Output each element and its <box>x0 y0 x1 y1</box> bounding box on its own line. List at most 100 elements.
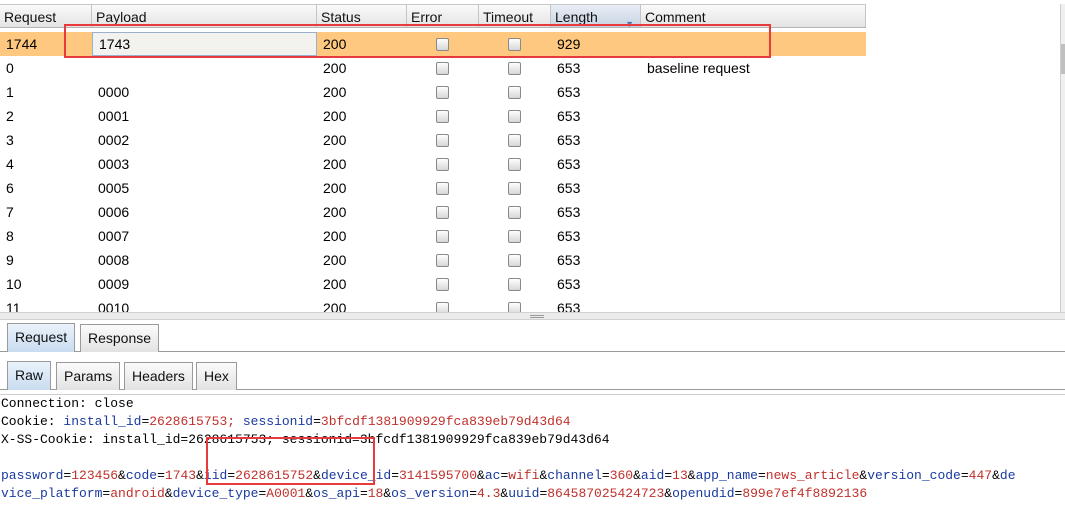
table-row[interactable]: 1 0000 200 653 <box>0 80 866 104</box>
table-row[interactable]: 9 0008 200 653 <box>0 248 866 272</box>
column-header-payload[interactable]: Payload <box>92 5 317 27</box>
timeout-checkbox[interactable] <box>508 302 521 312</box>
error-checkbox[interactable] <box>436 110 449 123</box>
raw-token: 4.3 <box>477 486 501 501</box>
cell-status: 200 <box>323 36 347 52</box>
table-row[interactable]: 8 0007 200 653 <box>0 224 866 248</box>
table-row[interactable]: 1744 1743 200 929 <box>0 32 866 56</box>
error-checkbox[interactable] <box>436 86 449 99</box>
cell-length: 653 <box>557 228 581 244</box>
timeout-checkbox[interactable] <box>508 278 521 291</box>
cell-length: 653 <box>557 204 581 220</box>
table-row[interactable]: 6 0005 200 653 <box>0 176 866 200</box>
column-header-comment[interactable]: Comment <box>641 5 866 27</box>
raw-token: 3bfcdf1381909929fca839eb79d43d64 <box>320 414 571 429</box>
timeout-checkbox[interactable] <box>508 254 521 267</box>
cell-comment <box>641 176 866 200</box>
timeout-checkbox[interactable] <box>508 86 521 99</box>
error-checkbox[interactable] <box>436 230 449 243</box>
cell-request: 0 <box>6 60 14 76</box>
column-header-error[interactable]: Error <box>407 5 479 27</box>
cell-status: 200 <box>323 84 347 100</box>
raw-token: 13 <box>672 468 688 483</box>
raw-token: Connection: close <box>1 396 134 411</box>
error-checkbox[interactable] <box>436 206 449 219</box>
timeout-checkbox[interactable] <box>508 110 521 123</box>
table-row[interactable]: 3 0002 200 653 <box>0 128 866 152</box>
table-row[interactable]: 10 0009 200 653 <box>0 272 866 296</box>
error-checkbox[interactable] <box>436 62 449 75</box>
cell-length: 653 <box>557 156 581 172</box>
raw-token: & <box>196 468 204 483</box>
raw-token: = <box>391 468 399 483</box>
cell-payload: 0008 <box>98 252 130 268</box>
tab-params[interactable]: Params <box>56 362 121 390</box>
raw-token: app_name <box>695 468 758 483</box>
error-checkbox[interactable] <box>436 38 449 51</box>
raw-token: 864587025424723 <box>547 486 665 501</box>
tab-raw[interactable]: Raw <box>7 361 52 390</box>
column-header-status[interactable]: Status <box>317 5 407 27</box>
table-row[interactable]: 11 0010 200 653 <box>0 296 866 312</box>
raw-token: = <box>359 486 368 501</box>
cell-comment <box>641 248 866 272</box>
raw-token: Cookie: <box>1 414 64 429</box>
raw-token: uuid <box>508 486 540 501</box>
raw-token: = <box>601 468 610 483</box>
raw-token: vice_platform <box>1 486 103 501</box>
timeout-checkbox[interactable] <box>508 182 521 195</box>
raw-token: news_article <box>765 468 860 483</box>
timeout-checkbox[interactable] <box>508 62 521 75</box>
error-checkbox[interactable] <box>436 182 449 195</box>
raw-token: & <box>118 468 126 483</box>
cell-length: 929 <box>557 36 581 52</box>
table-row[interactable]: 0 200 653 baseline request <box>0 56 866 80</box>
table-header: Request Payload Status Error Timeout Len… <box>0 4 866 29</box>
raw-token: de <box>999 468 1016 483</box>
cell-payload: 0003 <box>98 156 130 172</box>
tab-headers[interactable]: Headers <box>124 362 193 390</box>
cell-status: 200 <box>323 300 347 312</box>
raw-token: = <box>960 468 969 483</box>
cell-length: 653 <box>557 60 581 76</box>
error-checkbox[interactable] <box>436 278 449 291</box>
tab-hex[interactable]: Hex <box>196 362 237 390</box>
column-header-timeout[interactable]: Timeout <box>479 5 551 27</box>
error-checkbox[interactable] <box>436 134 449 147</box>
column-header-request[interactable]: Request <box>0 5 92 27</box>
raw-token: ac <box>484 468 501 483</box>
raw-token: ; <box>227 414 243 429</box>
column-header-length[interactable]: Length ▼ <box>551 5 641 29</box>
divider-grip-icon <box>530 315 544 318</box>
cell-length: 653 <box>557 276 581 292</box>
tab-baseline <box>0 351 1065 352</box>
raw-token: channel <box>547 468 602 483</box>
timeout-checkbox[interactable] <box>508 206 521 219</box>
timeout-checkbox[interactable] <box>508 230 521 243</box>
cell-payload: 0010 <box>98 300 130 312</box>
table-row[interactable]: 7 0006 200 653 <box>0 200 866 224</box>
results-table: Request Payload Status Error Timeout Len… <box>0 0 866 312</box>
tab-response[interactable]: Response <box>80 324 160 352</box>
tab-request[interactable]: Request <box>7 323 76 352</box>
error-checkbox[interactable] <box>436 254 449 267</box>
error-checkbox[interactable] <box>436 158 449 171</box>
raw-token: & <box>633 468 641 483</box>
cell-payload: 0006 <box>98 204 130 220</box>
cell-length: 653 <box>557 132 581 148</box>
cell-status: 200 <box>323 228 347 244</box>
split-pane-divider[interactable] <box>0 312 1065 320</box>
timeout-checkbox[interactable] <box>508 134 521 147</box>
cell-comment <box>641 152 866 176</box>
table-row[interactable]: 2 0001 200 653 <box>0 104 866 128</box>
cell-length: 653 <box>557 108 581 124</box>
cell-comment <box>641 104 866 128</box>
timeout-checkbox[interactable] <box>508 38 521 51</box>
table-scrollbar[interactable] <box>1060 4 1065 312</box>
table-scrollbar-thumb[interactable] <box>1061 44 1065 74</box>
table-row[interactable]: 4 0003 200 653 <box>0 152 866 176</box>
error-checkbox[interactable] <box>436 302 449 312</box>
timeout-checkbox[interactable] <box>508 158 521 171</box>
raw-request-editor[interactable]: Connection: close Cookie: install_id=2628… <box>0 394 1065 516</box>
raw-token: os_version <box>391 486 470 501</box>
